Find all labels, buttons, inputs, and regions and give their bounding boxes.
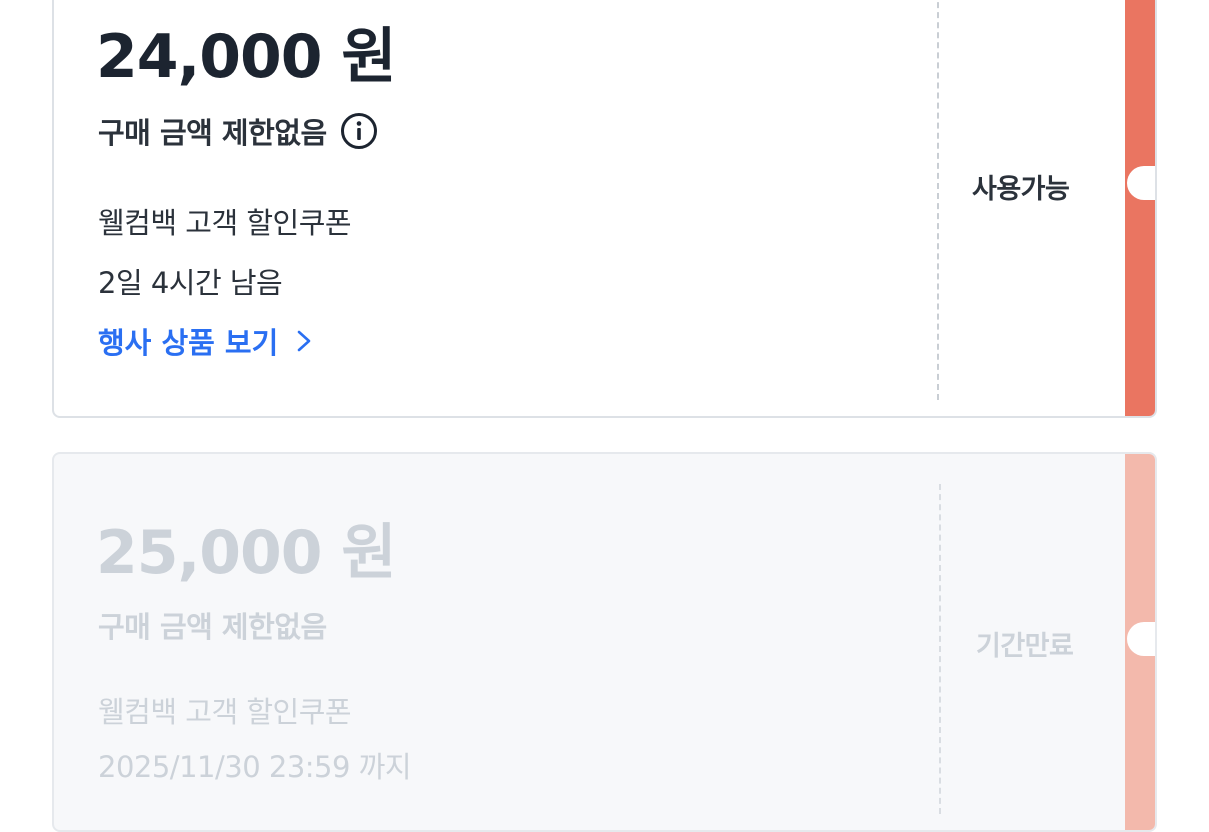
ticket-notch: [1127, 166, 1155, 200]
accent-stripe: [1125, 0, 1155, 416]
info-icon[interactable]: [339, 111, 379, 151]
coupon-validity: 2025/11/30 23:59 까지: [98, 750, 412, 784]
coupon-title: 웰컴백 고객 할인쿠폰: [98, 695, 352, 729]
coupon-status: 사용가능: [972, 174, 1070, 205]
coupon-limit: 구매 금액 제한없음: [98, 610, 327, 644]
coupon-limit-row: 구매 금액 제한없음: [98, 110, 379, 152]
coupon-amount: 24,000 원: [96, 22, 397, 92]
chevron-right-icon: [294, 327, 314, 355]
coupon-limit: 구매 금액 제한없음: [98, 116, 327, 150]
dashed-divider: [939, 484, 941, 814]
dashed-divider: [937, 0, 939, 400]
ticket-notch: [1127, 622, 1155, 656]
coupon-validity: 2일 4시간 남음: [98, 266, 283, 300]
view-event-products-link[interactable]: 행사 상품 보기: [98, 320, 314, 362]
coupon-amount: 25,000 원: [96, 518, 397, 588]
coupon-limit-row: 구매 금액 제한없음: [98, 604, 327, 646]
view-event-products-label: 행사 상품 보기: [98, 326, 279, 360]
coupon-status: 기간만료: [976, 631, 1074, 662]
coupon-card-active[interactable]: 24,000 원 구매 금액 제한없음 웰컴백 고객 할인쿠폰 2일 4시간 남…: [52, 0, 1157, 418]
coupon-title: 웰컴백 고객 할인쿠폰: [98, 206, 352, 240]
coupon-card-expired: 25,000 원 구매 금액 제한없음 웰컴백 고객 할인쿠폰 2025/11/…: [52, 452, 1157, 832]
